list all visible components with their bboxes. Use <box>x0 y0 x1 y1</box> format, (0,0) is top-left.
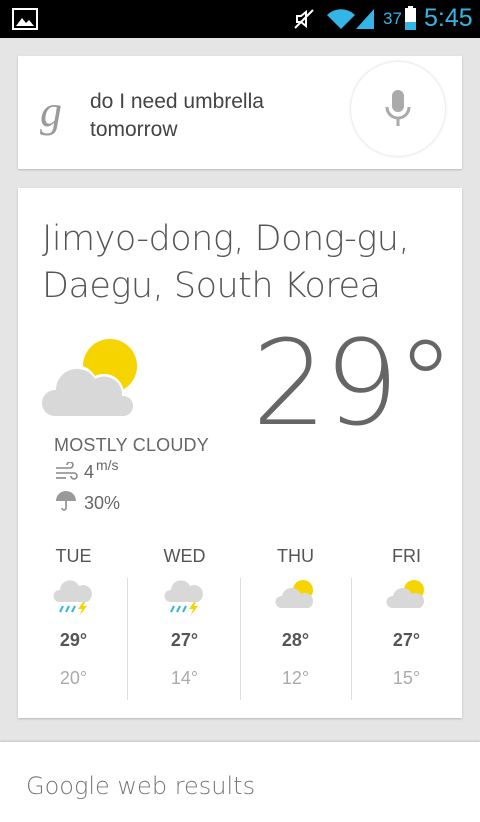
google-logo: g <box>40 87 62 136</box>
gallery-notification-icon <box>12 8 38 30</box>
forecast-day[interactable]: FRI 27° 15° <box>351 540 462 700</box>
weather-location: Jimyo-dong, Dong-gu, Daegu, South Korea <box>42 219 410 306</box>
forecast-high: 27° <box>392 630 421 650</box>
partly-cloudy-icon <box>386 580 425 608</box>
current-temperature: 29° <box>252 314 455 452</box>
forecast-low: 14° <box>170 668 199 688</box>
rain-thunder-icon <box>53 580 92 615</box>
signal-icon <box>356 9 374 29</box>
precipitation-chance: 30% <box>84 493 121 513</box>
forecast-row: TUE 29° 20° WED 27° 14° THU 28° 12° FRI … <box>18 540 462 700</box>
search-query-text[interactable]: do I need umbrella tomorrow <box>90 88 330 144</box>
forecast-day[interactable]: WED 27° 14° <box>129 540 240 700</box>
forecast-day-name: THU <box>277 546 314 566</box>
forecast-low: 20° <box>59 668 88 688</box>
forecast-high: 27° <box>170 630 199 650</box>
mic-icon <box>385 90 411 126</box>
forecast-low: 12° <box>281 668 310 688</box>
battery-icon <box>405 6 416 30</box>
divider <box>127 578 128 700</box>
battery-percent: 37 <box>383 9 402 28</box>
clock: 5:45 <box>424 4 473 32</box>
wifi-icon <box>327 9 355 29</box>
forecast-day-name: FRI <box>392 546 421 566</box>
forecast-day[interactable]: THU 28° 12° <box>240 540 351 700</box>
forecast-low: 15° <box>392 668 421 688</box>
partly-cloudy-icon <box>275 580 314 608</box>
partly-cloudy-icon <box>40 339 137 416</box>
umbrella-icon <box>56 491 76 511</box>
wind-icon <box>56 462 78 480</box>
forecast-day[interactable]: TUE 29° 20° <box>18 540 129 700</box>
wind-speed: 4 <box>84 462 95 482</box>
web-results-title[interactable]: Google web results <box>26 772 255 800</box>
weather-condition: MOSTLY CLOUDY <box>54 435 209 455</box>
status-bar: 37 5:45 <box>0 0 480 38</box>
forecast-high: 28° <box>281 630 310 650</box>
voice-search-button[interactable] <box>351 62 445 156</box>
rain-thunder-icon <box>164 580 203 615</box>
mute-icon <box>294 9 314 29</box>
forecast-day-name: WED <box>163 546 206 566</box>
forecast-high: 29° <box>59 630 88 650</box>
wind-unit: m/s <box>96 457 119 473</box>
forecast-day-name: TUE <box>55 546 92 566</box>
